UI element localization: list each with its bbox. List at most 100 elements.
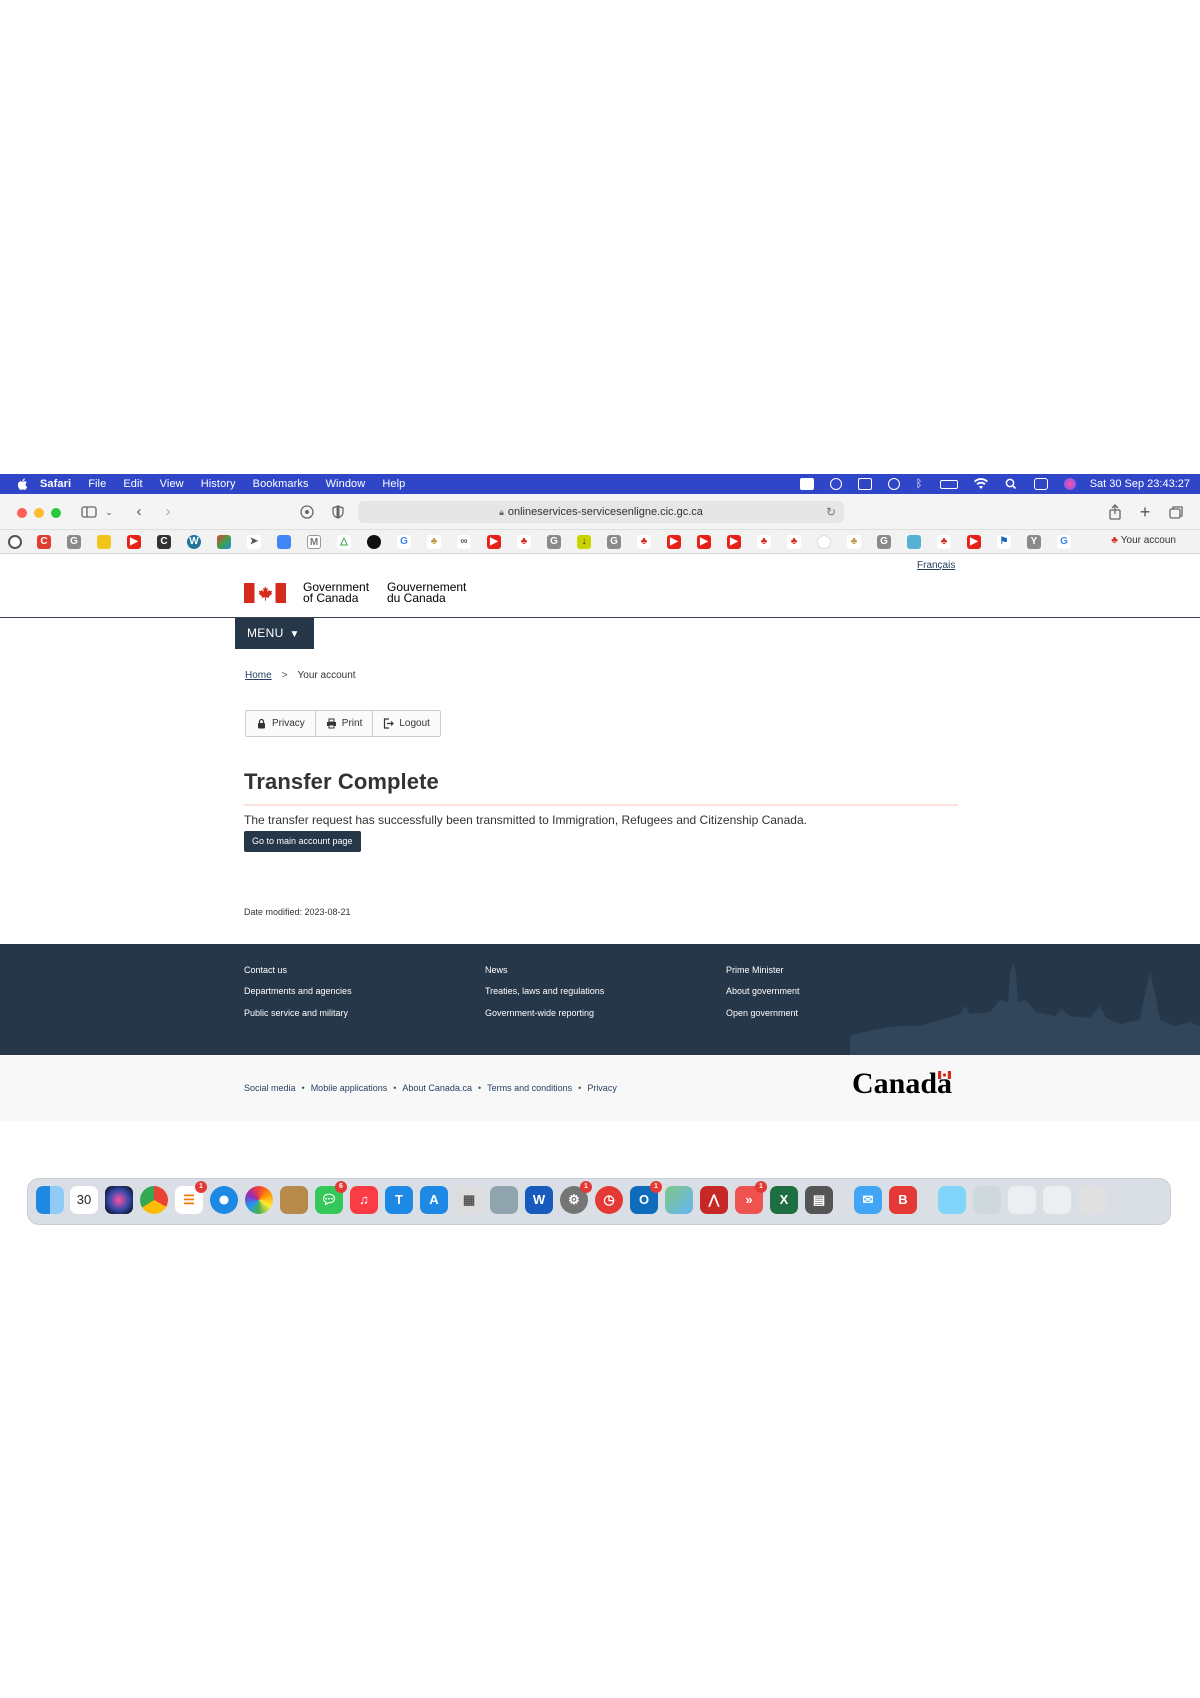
- footer-link-reporting[interactable]: Government-wide reporting: [485, 1008, 594, 1018]
- favorite-opera-icon[interactable]: [8, 535, 22, 549]
- acrobat-icon[interactable]: ⋀: [700, 1186, 728, 1214]
- favorite-maple-leaf-2-icon[interactable]: ♣: [637, 535, 651, 549]
- maps-icon[interactable]: [665, 1186, 693, 1214]
- go-to-main-account-button[interactable]: Go to main account page: [244, 831, 361, 852]
- favorite-maple-leaf-3-icon[interactable]: ♣: [757, 535, 771, 549]
- favorite-multicolor-icon[interactable]: [217, 535, 231, 549]
- footer-link-public-service[interactable]: Public service and military: [244, 1008, 348, 1018]
- tab-overview-icon[interactable]: [1167, 503, 1185, 521]
- menu-window[interactable]: Window: [326, 478, 366, 490]
- siri-app-icon[interactable]: [105, 1186, 133, 1214]
- favorite-google-icon[interactable]: G: [397, 535, 411, 549]
- favorite-youtube-6-icon[interactable]: ▶: [967, 535, 981, 549]
- shield-icon[interactable]: [329, 503, 347, 521]
- footer-link-prime-minister[interactable]: Prime Minister: [726, 965, 784, 975]
- speedtest-icon[interactable]: ◷: [595, 1186, 623, 1214]
- logout-button[interactable]: Logout: [373, 711, 440, 736]
- language-toggle-link[interactable]: Français: [917, 560, 955, 571]
- photos-icon[interactable]: [245, 1186, 273, 1214]
- chrome-icon[interactable]: [140, 1186, 168, 1214]
- app-store-icon[interactable]: A: [420, 1186, 448, 1214]
- sub-footer-social-media[interactable]: Social media: [244, 1083, 296, 1093]
- favorite-grid-icon[interactable]: [907, 535, 921, 549]
- new-tab-icon[interactable]: +: [1136, 503, 1154, 521]
- sidebar-toggle-icon[interactable]: [80, 503, 98, 521]
- favorite-yellow-icon[interactable]: [97, 535, 111, 549]
- main-menu-button[interactable]: MENU ▼: [235, 618, 314, 649]
- print-button[interactable]: Print: [316, 711, 374, 736]
- screen-status-icon[interactable]: [857, 478, 872, 490]
- favorite-mail-icon[interactable]: M: [307, 535, 321, 549]
- safari-icon[interactable]: [210, 1186, 238, 1214]
- notes-brown-icon[interactable]: [280, 1186, 308, 1214]
- siri-icon[interactable]: [1063, 478, 1076, 490]
- messages-icon[interactable]: 💬︎ 6: [315, 1181, 347, 1214]
- menu-file[interactable]: File: [88, 478, 106, 490]
- favorite-leaf-gold-icon[interactable]: ♣: [427, 535, 441, 549]
- wifi-icon[interactable]: [973, 478, 988, 490]
- recent-window-1-icon[interactable]: [973, 1186, 1001, 1214]
- favorite-download-icon[interactable]: ↓: [577, 535, 591, 549]
- favorite-youtube-5-icon[interactable]: ▶: [727, 535, 741, 549]
- calculator-icon[interactable]: ▤: [805, 1186, 833, 1214]
- favorite-youtube-icon[interactable]: ▶: [127, 535, 141, 549]
- forward-icon[interactable]: ›: [159, 503, 177, 521]
- privacy-report-icon[interactable]: [298, 503, 316, 521]
- favorite-youtube-4-icon[interactable]: ▶: [697, 535, 711, 549]
- bluetooth-icon[interactable]: ᛒ: [916, 478, 924, 490]
- breadcrumb-home-link[interactable]: Home: [245, 670, 272, 681]
- favorite-g-gray-4-icon[interactable]: G: [877, 535, 891, 549]
- favorite-flag-icon[interactable]: ⚑: [997, 535, 1011, 549]
- favorite-link-icon[interactable]: ∞: [457, 535, 471, 549]
- music-icon[interactable]: ♫: [350, 1186, 378, 1214]
- control-center-icon[interactable]: [1033, 478, 1048, 490]
- footer-link-news[interactable]: News: [485, 965, 508, 975]
- back-icon[interactable]: ‹: [130, 503, 148, 521]
- apple-icon[interactable]: [16, 477, 30, 491]
- footer-link-contact[interactable]: Contact us: [244, 965, 287, 975]
- vpn-status-icon[interactable]: [829, 478, 842, 490]
- favorite-maple-leaf-5-icon[interactable]: ♣: [937, 535, 951, 549]
- preview-icon[interactable]: [490, 1186, 518, 1214]
- mail-icon[interactable]: ✉: [854, 1186, 882, 1214]
- launchpad-icon[interactable]: ▦: [455, 1186, 483, 1214]
- favorite-drive-icon[interactable]: △: [337, 535, 351, 549]
- chevron-down-icon[interactable]: ⌄: [100, 503, 118, 521]
- footer-link-departments[interactable]: Departments and agencies: [244, 986, 352, 996]
- favorite-wordpress-icon[interactable]: W: [187, 535, 201, 549]
- menu-help[interactable]: Help: [382, 478, 405, 490]
- menu-app-name[interactable]: Safari: [40, 478, 71, 490]
- privacy-button[interactable]: Privacy: [246, 711, 316, 736]
- menu-bookmarks[interactable]: Bookmarks: [253, 478, 309, 490]
- sub-footer-privacy[interactable]: Privacy: [587, 1083, 617, 1093]
- favorite-leaf-gold-2-icon[interactable]: ♣: [847, 535, 861, 549]
- calendar-icon[interactable]: 30: [70, 1186, 98, 1214]
- favorite-youtube-3-icon[interactable]: ▶: [667, 535, 681, 549]
- favorite-g-gray-icon[interactable]: G: [67, 535, 81, 549]
- favorite-g-gray-2-icon[interactable]: G: [547, 535, 561, 549]
- trash-icon[interactable]: [1078, 1186, 1106, 1214]
- favorite-google-2-icon[interactable]: G: [1057, 535, 1071, 549]
- sub-footer-about-canada[interactable]: About Canada.ca: [402, 1083, 472, 1093]
- reminders-icon[interactable]: ☰ 1: [175, 1181, 207, 1214]
- favorite-cloud-icon[interactable]: [817, 535, 831, 549]
- favorite-maple-leaf-icon[interactable]: ♣: [517, 535, 531, 549]
- favorite-dark-c-icon[interactable]: C: [157, 535, 171, 549]
- canada-flag-icon[interactable]: [244, 583, 286, 603]
- battery-icon[interactable]: [939, 479, 958, 489]
- favorite-youtube-2-icon[interactable]: ▶: [487, 535, 501, 549]
- sub-footer-terms[interactable]: Terms and conditions: [487, 1083, 572, 1093]
- excel-icon[interactable]: X: [770, 1186, 798, 1214]
- recent-window-3-icon[interactable]: [1043, 1186, 1071, 1214]
- keynote-icon[interactable]: T: [385, 1186, 413, 1214]
- favorite-black-circle-icon[interactable]: [367, 535, 381, 549]
- favorite-g-gray-3-icon[interactable]: G: [607, 535, 621, 549]
- bitwarden-status-icon[interactable]: [799, 478, 814, 490]
- address-bar[interactable]: 🔒︎ onlineservices-servicesenligne.cic.gc.…: [358, 501, 844, 523]
- speedtest-app-icon[interactable]: » 1: [735, 1181, 767, 1214]
- footer-link-treaties[interactable]: Treaties, laws and regulations: [485, 986, 604, 996]
- timer-status-icon[interactable]: [887, 478, 900, 490]
- favorite-y-icon[interactable]: Y: [1027, 535, 1041, 549]
- favorite-your-account[interactable]: ♣ Your accoun: [1111, 535, 1176, 546]
- favorite-c-icon[interactable]: C: [37, 535, 51, 549]
